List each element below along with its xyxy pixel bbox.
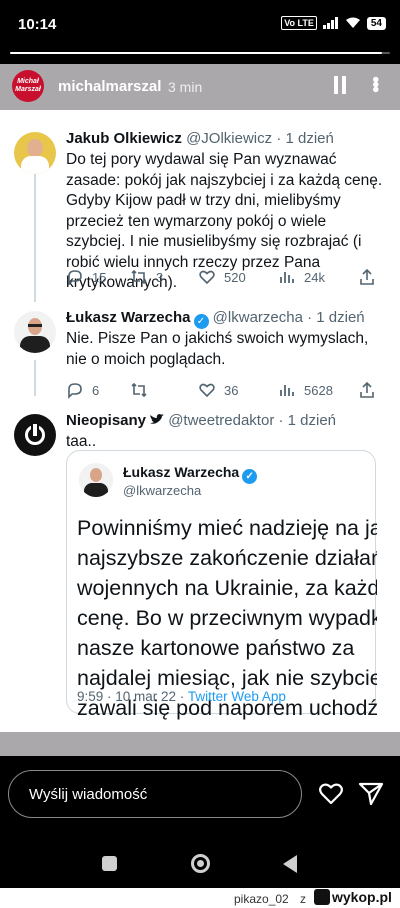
recents-button[interactable] bbox=[102, 856, 117, 871]
navigation-bar bbox=[0, 836, 400, 888]
views-icon bbox=[280, 385, 294, 396]
quoted-handle: @lkwarzecha bbox=[123, 483, 202, 498]
status-icons: Vo LTE 54 bbox=[281, 16, 386, 30]
tweet-handle: @tweetredaktor bbox=[168, 412, 275, 429]
wykop-icon bbox=[314, 889, 330, 905]
reply-icon bbox=[68, 270, 82, 286]
twitter-bird-icon bbox=[150, 414, 165, 424]
tweet-header: Jakub Olkiewicz @JOlkiewicz · 1 dzień bbox=[66, 130, 334, 147]
tweet-actions: 6 36 5628 bbox=[66, 381, 386, 401]
send-icon[interactable] bbox=[358, 781, 384, 807]
views-count: 24k bbox=[304, 269, 325, 285]
battery-icon: 54 bbox=[366, 16, 386, 30]
quoted-tweet: Łukasz Warzecha ✓ @lkwarzecha Powinniśmy … bbox=[66, 450, 377, 720]
tweet-time: · 1 dzień bbox=[307, 309, 365, 326]
story-username[interactable]: michalmarszal bbox=[58, 78, 161, 95]
status-time: 10:14 bbox=[18, 16, 57, 33]
reply-action: 15 bbox=[66, 268, 106, 286]
avatar bbox=[14, 132, 56, 174]
views-action: 24k bbox=[278, 268, 325, 286]
reply-icon bbox=[68, 383, 82, 399]
like-action: 520 bbox=[198, 268, 246, 286]
reply-count: 6 bbox=[92, 382, 100, 398]
quoted-author: Łukasz Warzecha ✓ bbox=[123, 464, 258, 484]
tweet-time: · 1 dzień bbox=[278, 412, 337, 429]
views-action: 5628 bbox=[278, 381, 333, 399]
tweet-time: · 1 dzień bbox=[276, 130, 334, 147]
message-bar: Wyślij wiadomość bbox=[0, 756, 400, 836]
back-button[interactable] bbox=[283, 855, 297, 873]
views-icon bbox=[280, 272, 294, 283]
message-placeholder: Wyślij wiadomość bbox=[29, 786, 148, 803]
thread-line bbox=[34, 162, 36, 302]
message-input[interactable]: Wyślij wiadomość bbox=[8, 770, 302, 818]
like-count: 520 bbox=[224, 269, 246, 285]
avatar bbox=[14, 414, 56, 456]
verified-icon: ✓ bbox=[242, 469, 258, 484]
home-button[interactable] bbox=[191, 854, 210, 873]
share-action bbox=[358, 268, 376, 286]
retweet-icon bbox=[131, 269, 147, 285]
views-count: 5628 bbox=[304, 382, 333, 398]
volte-icon: Vo LTE bbox=[281, 16, 317, 30]
status-bar: 10:14 Vo LTE 54 bbox=[0, 0, 400, 48]
story-content[interactable]: Jakub Olkiewicz @JOlkiewicz · 1 dzień Do… bbox=[0, 110, 400, 756]
story-progress-bar bbox=[10, 52, 390, 54]
like-story-button[interactable] bbox=[318, 782, 344, 806]
retweet-action: 3 bbox=[130, 268, 163, 286]
verified-icon: ✓ bbox=[193, 314, 209, 329]
story-progress-fill bbox=[10, 52, 383, 54]
tweet-author: Łukasz Warzecha bbox=[66, 309, 191, 326]
avatar[interactable]: Michał Marszał bbox=[12, 70, 44, 102]
tweet-screenshot: Jakub Olkiewicz @JOlkiewicz · 1 dzień Do… bbox=[0, 110, 400, 732]
pause-icon[interactable] bbox=[332, 76, 348, 96]
share-icon bbox=[360, 381, 374, 398]
wykop-logo: wykop.pl bbox=[314, 889, 392, 905]
avatar bbox=[79, 463, 113, 497]
tweet-handle: @JOlkiewicz bbox=[186, 130, 273, 147]
retweet-icon bbox=[131, 382, 147, 398]
like-action: 36 bbox=[198, 381, 238, 399]
more-options-icon[interactable]: ••• bbox=[364, 76, 386, 91]
tweet-text: Nie. Pisze Pan o jakichś swoich wymyslac… bbox=[66, 330, 369, 368]
heart-icon bbox=[199, 383, 215, 398]
quoted-meta: 9:59 · 10 mar 22 · Twitter Web App bbox=[77, 689, 286, 704]
signal-icon bbox=[322, 17, 338, 29]
story-time-ago: 3 min bbox=[168, 79, 203, 95]
retweet-action bbox=[130, 381, 156, 399]
tweet-actions: 15 3 520 24k bbox=[66, 268, 386, 288]
wifi-icon bbox=[345, 17, 360, 28]
watermark-user: pikazo_02 bbox=[234, 892, 289, 906]
story-header: Michał Marszał michalmarszal 3 min ••• bbox=[0, 64, 400, 110]
tweet-author: Jakub Olkiewicz bbox=[66, 130, 182, 147]
reply-count: 15 bbox=[92, 269, 107, 285]
watermark-z: z bbox=[300, 892, 306, 906]
avatar bbox=[14, 311, 56, 353]
quoted-app: Twitter Web App bbox=[187, 689, 286, 704]
tweet-author: Nieopisany bbox=[66, 412, 147, 429]
reply-action: 6 bbox=[66, 381, 99, 399]
tweet-header: Nieopisany @tweetredaktor · 1 dzień bbox=[66, 412, 336, 429]
share-action bbox=[358, 381, 376, 399]
share-icon bbox=[360, 268, 374, 285]
like-count: 36 bbox=[224, 382, 239, 398]
retweet-count: 3 bbox=[156, 269, 164, 285]
heart-icon bbox=[199, 270, 215, 285]
quoted-timestamp: 9:59 · 10 mar 22 · bbox=[77, 689, 188, 704]
tweet-handle: @lkwarzecha bbox=[212, 309, 303, 326]
thread-line bbox=[34, 360, 36, 396]
watermark: pikazo_02 z wykop.pl bbox=[0, 888, 400, 908]
tweet-header: Łukasz Warzecha ✓ @lkwarzecha · 1 dzień bbox=[66, 309, 365, 329]
